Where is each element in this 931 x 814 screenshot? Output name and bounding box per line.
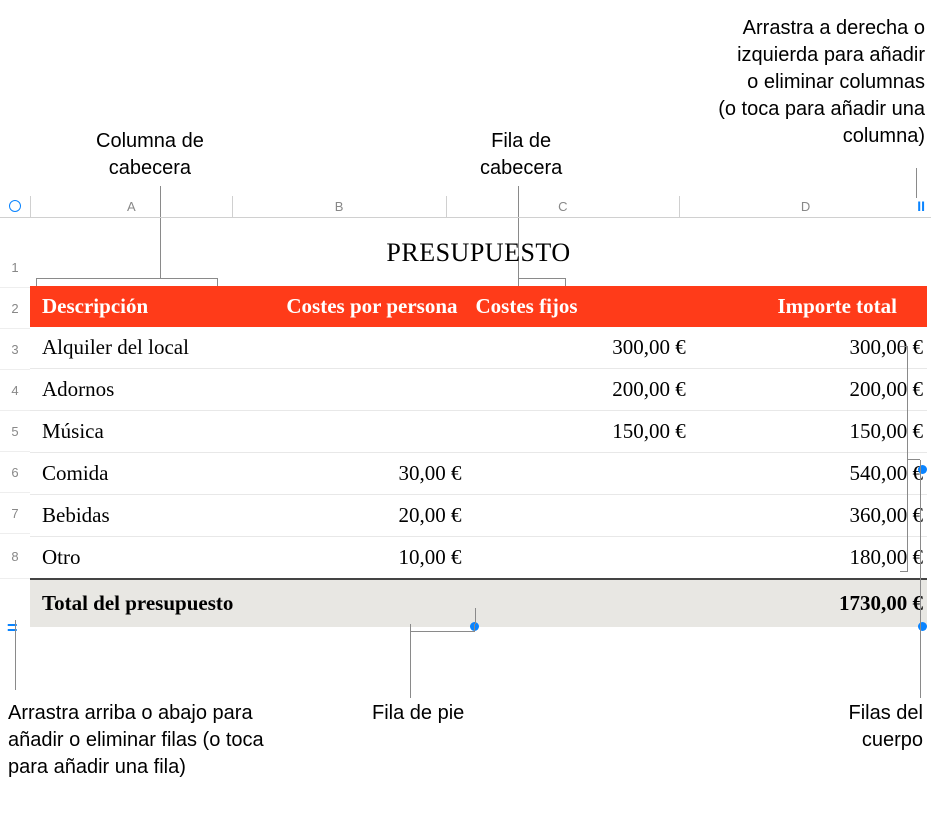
cell-total[interactable]: 300,00 € (694, 327, 927, 369)
row-header-strip: 1 2 3 4 5 6 7 8 = (0, 218, 30, 579)
spreadsheet: A B C D II 1 2 3 4 5 6 7 8 = PRESUPUESTO… (0, 196, 931, 218)
header-cell-description[interactable]: Descripción (30, 286, 236, 327)
cell-per-person[interactable]: 20,00 € (236, 495, 469, 537)
col-header-B[interactable]: B (232, 196, 446, 217)
cell-desc[interactable]: Otro (30, 537, 236, 580)
cell-fixed[interactable]: 200,00 € (470, 369, 694, 411)
footer-label[interactable]: Total del presupuesto (30, 579, 694, 627)
row-header-7[interactable]: 7 (0, 493, 30, 534)
table-row[interactable]: Alquiler del local 300,00 € 300,00 € (30, 327, 927, 369)
callout-body-rows: Filas delcuerpo (849, 700, 923, 754)
cell-total[interactable]: 540,00 € (694, 453, 927, 495)
col-header-A[interactable]: A (30, 196, 232, 217)
header-cell-total[interactable]: Importe total (694, 286, 927, 327)
row-header-4[interactable]: 4 (0, 370, 30, 411)
cell-desc[interactable]: Música (30, 411, 236, 453)
table-row[interactable]: Música 150,00 € 150,00 € (30, 411, 927, 453)
cell-fixed[interactable] (470, 453, 694, 495)
cell-total[interactable]: 360,00 € (694, 495, 927, 537)
cell-per-person[interactable]: 30,00 € (236, 453, 469, 495)
callout-add-rows: Arrastra arriba o abajo paraañadir o eli… (8, 700, 308, 781)
bracket-footer (410, 624, 475, 632)
cell-fixed[interactable] (470, 537, 694, 580)
header-cell-fixed[interactable]: Costes fijos (470, 286, 694, 327)
table-row[interactable]: Comida 30,00 € 540,00 € (30, 453, 927, 495)
footer-row[interactable]: Total del presupuesto 1730,00 € (30, 579, 927, 627)
cell-fixed[interactable]: 300,00 € (470, 327, 694, 369)
cell-fixed[interactable] (470, 495, 694, 537)
row-header-6[interactable]: 6 (0, 452, 30, 493)
add-column-handle[interactable]: II (917, 198, 925, 214)
col-header-C[interactable]: C (446, 196, 680, 217)
table-row[interactable]: Bebidas 20,00 € 360,00 € (30, 495, 927, 537)
leader-line (916, 168, 917, 198)
select-all-handle[interactable] (0, 196, 30, 218)
cell-fixed[interactable]: 150,00 € (470, 411, 694, 453)
table-row[interactable]: Otro 10,00 € 180,00 € (30, 537, 927, 580)
table-row[interactable]: Adornos 200,00 € 200,00 € (30, 369, 927, 411)
row-header-1[interactable]: 1 (0, 218, 30, 288)
col-header-D[interactable]: D (679, 196, 931, 217)
table-area: PRESUPUESTO Descripción Costes por perso… (30, 218, 927, 627)
cell-desc[interactable]: Adornos (30, 369, 236, 411)
cell-desc[interactable]: Comida (30, 453, 236, 495)
cell-per-person[interactable] (236, 411, 469, 453)
bracket-body-rows (900, 346, 908, 572)
cell-per-person[interactable] (236, 369, 469, 411)
leader-line (15, 620, 16, 690)
table-body: Alquiler del local 300,00 € 300,00 € Ado… (30, 327, 927, 579)
callout-add-columns: Arrastra a derecha oizquierda para añadi… (660, 15, 925, 150)
budget-table: Descripción Costes por persona Costes fi… (30, 286, 927, 627)
table-title[interactable]: PRESUPUESTO (30, 218, 927, 286)
leader-line (410, 632, 411, 698)
row-header-2[interactable]: 2 (0, 288, 30, 329)
column-header-strip: A B C D II (0, 196, 931, 218)
row-header-3[interactable]: 3 (0, 329, 30, 370)
header-row[interactable]: Descripción Costes por persona Costes fi… (30, 286, 927, 327)
leader-line (920, 460, 921, 698)
cell-total[interactable]: 200,00 € (694, 369, 927, 411)
leader-line (475, 608, 476, 624)
callout-header-row: Fila decabecera (480, 128, 562, 182)
cell-desc[interactable]: Bebidas (30, 495, 236, 537)
select-all-icon (9, 200, 21, 212)
cell-desc[interactable]: Alquiler del local (30, 327, 236, 369)
cell-per-person[interactable] (236, 327, 469, 369)
cell-per-person[interactable]: 10,00 € (236, 537, 469, 580)
row-header-8[interactable]: 8 (0, 534, 30, 579)
callout-header-column: Columna decabecera (96, 128, 204, 182)
row-header-5[interactable]: 5 (0, 411, 30, 452)
cell-total[interactable]: 180,00 € (694, 537, 927, 580)
cell-total[interactable]: 150,00 € (694, 411, 927, 453)
footer-total[interactable]: 1730,00 € (694, 579, 927, 627)
leader-line (908, 459, 920, 460)
callout-footer-row: Fila de pie (372, 700, 464, 727)
header-cell-per-person[interactable]: Costes por persona (236, 286, 469, 327)
